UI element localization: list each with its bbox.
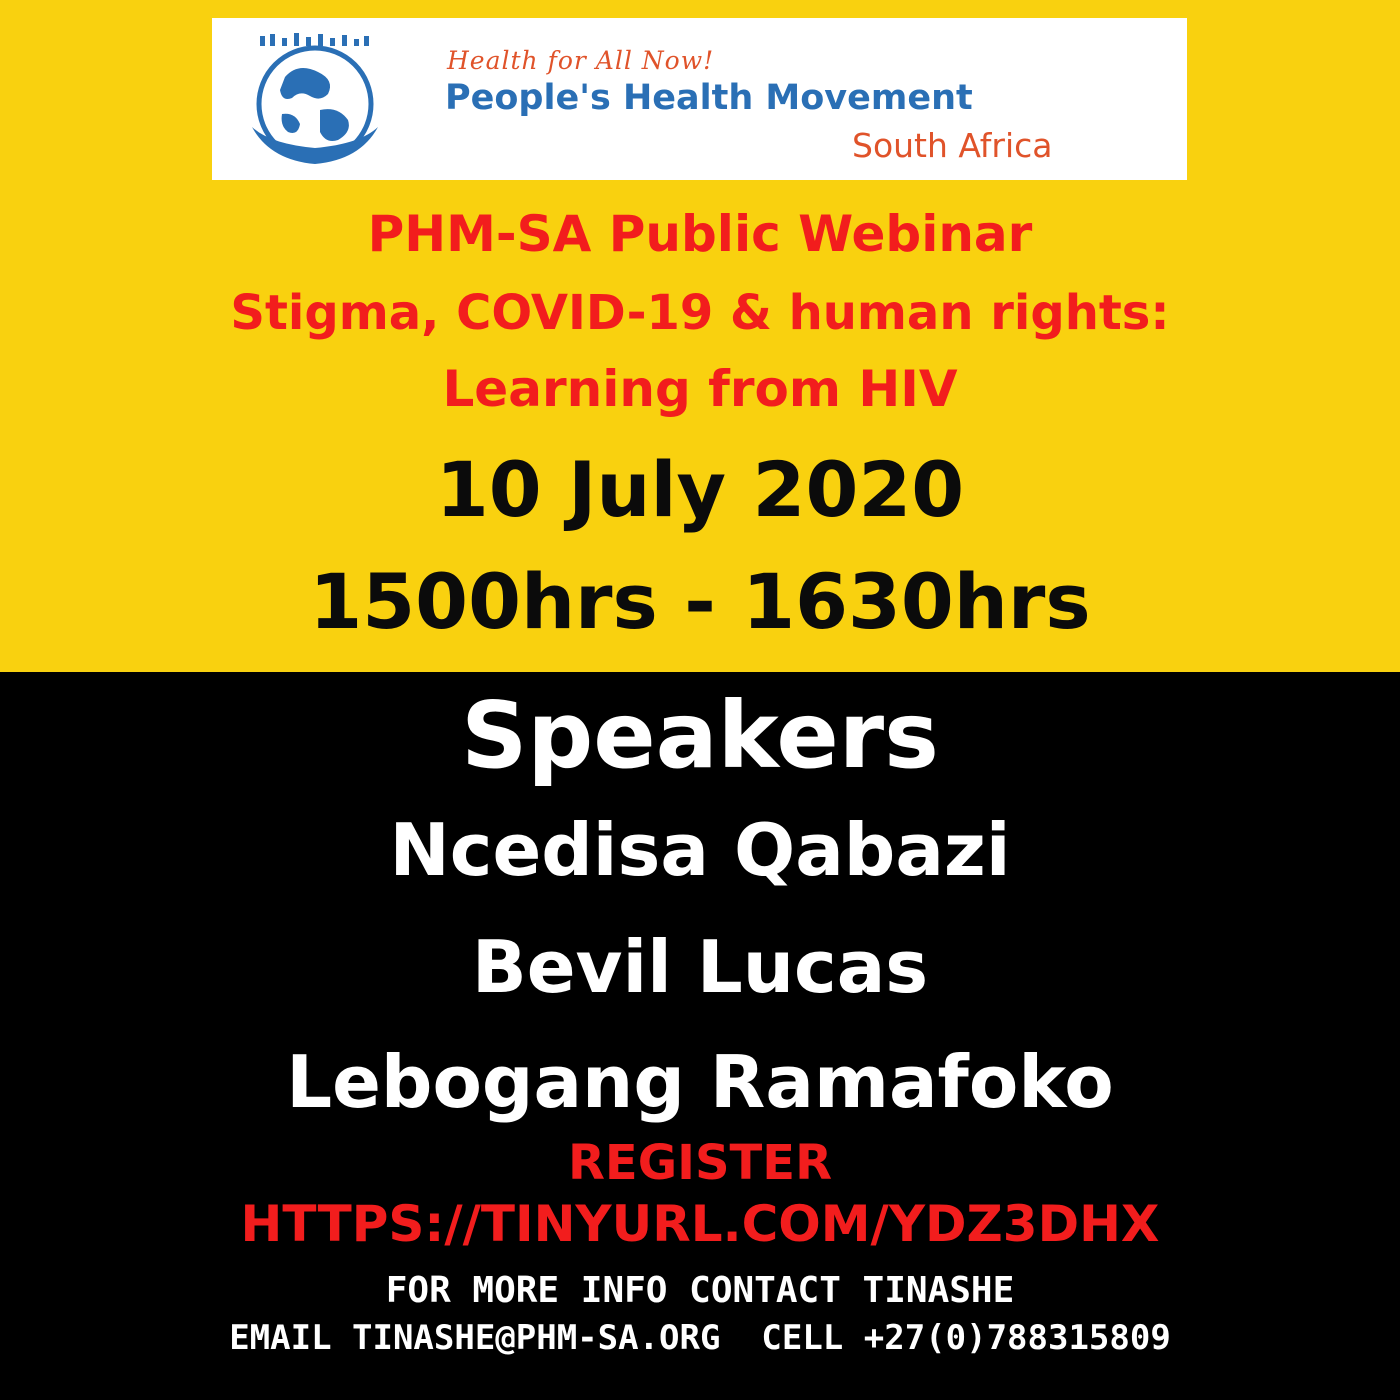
webinar-subtitle-line2: Learning from HIV [442, 360, 958, 418]
speakers-heading: Speakers [461, 682, 939, 789]
logo-tagline: Health for All Now! [447, 46, 715, 75]
globe-hands-icon [252, 33, 378, 164]
speaker-name: Ncedisa Qabazi [389, 808, 1011, 892]
webinar-subtitle-line1: Stigma, COVID-19 & human rights: [230, 285, 1170, 341]
event-time: 1500hrs - 1630hrs [309, 557, 1091, 646]
logo-org-name: People's Health Movement [445, 78, 973, 118]
event-date: 10 July 2020 [435, 445, 965, 534]
webinar-title: PHM-SA Public Webinar [367, 205, 1033, 263]
speaker-name: Lebogang Ramafoko [286, 1040, 1114, 1124]
contact-line2: EMAIL TINASHE@PHM-SA.ORG CELL +27(0)7883… [229, 1318, 1171, 1358]
speaker-name: Bevil Lucas [471, 925, 929, 1009]
register-link[interactable]: HTTPS://TINYURL.COM/YDZ3DHX [0, 1195, 1400, 1253]
contact-line1: FOR MORE INFO CONTACT TINASHE [385, 1270, 1015, 1311]
phm-logo: Health for All Now! People's Health Move… [212, 18, 1187, 180]
register-label: REGISTER [567, 1135, 833, 1191]
logo-region: South Africa [852, 126, 1053, 165]
